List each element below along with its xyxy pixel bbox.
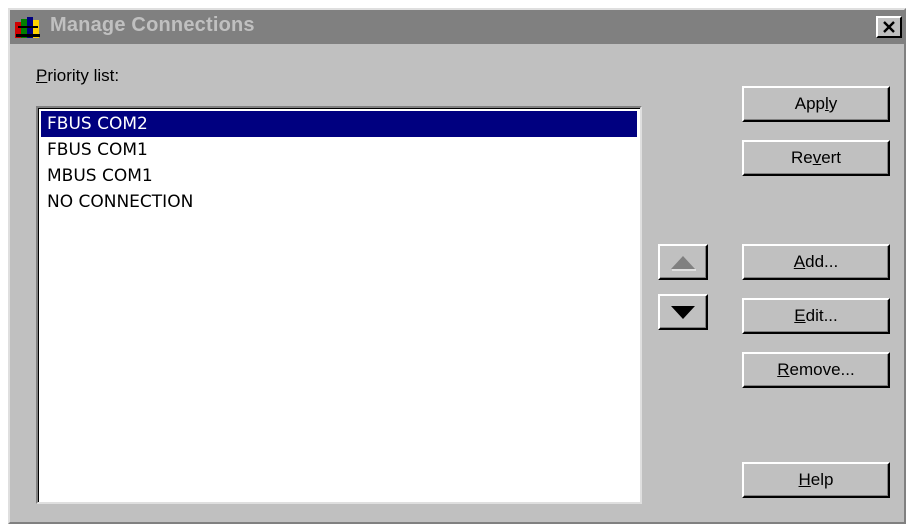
list-item[interactable]: MBUS COM1: [41, 163, 637, 189]
move-down-button[interactable]: [658, 294, 708, 330]
list-item[interactable]: FBUS COM1: [41, 137, 637, 163]
manage-connections-dialog: Manage Connections Priority list: FBUS C…: [8, 8, 906, 524]
title-bar[interactable]: Manage Connections: [10, 10, 904, 44]
help-button[interactable]: Help: [742, 462, 890, 498]
priority-list-label: Priority list:: [36, 66, 120, 85]
arrow-up-icon: [671, 256, 696, 271]
edit-button[interactable]: Edit...: [742, 298, 890, 334]
add-button[interactable]: Add...: [742, 244, 890, 280]
move-up-button[interactable]: [658, 244, 708, 280]
close-icon: [883, 21, 895, 33]
revert-button[interactable]: Revert: [742, 140, 890, 176]
apply-button[interactable]: Apply: [742, 86, 890, 122]
window-title: Manage Connections: [50, 14, 255, 36]
remove-button[interactable]: Remove...: [742, 352, 890, 388]
close-button[interactable]: [876, 16, 902, 38]
list-item[interactable]: NO CONNECTION: [41, 189, 637, 215]
priority-listbox[interactable]: FBUS COM2 FBUS COM1 MBUS COM1 NO CONNECT…: [36, 106, 642, 504]
list-item[interactable]: FBUS COM2: [41, 111, 637, 137]
arrow-down-icon: [671, 306, 695, 319]
colorful-books-icon: [14, 16, 44, 40]
